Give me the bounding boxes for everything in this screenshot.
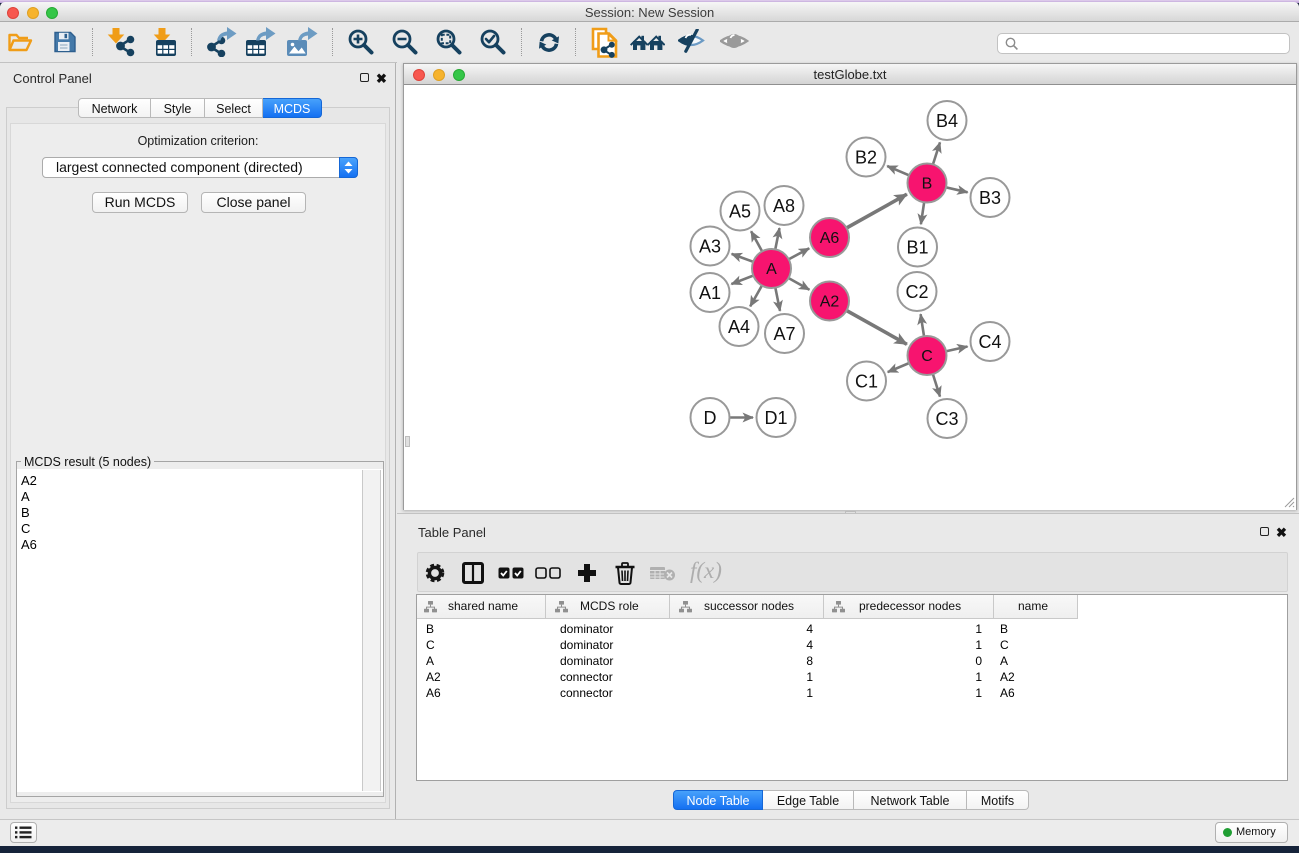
svg-text:A8: A8 <box>773 196 795 216</box>
svg-text:A4: A4 <box>728 317 750 337</box>
svg-text:B: B <box>922 176 933 193</box>
svg-text:C: C <box>921 348 933 365</box>
svg-text:C1: C1 <box>855 371 878 391</box>
svg-text:A3: A3 <box>699 236 721 256</box>
svg-text:B2: B2 <box>855 147 877 167</box>
svg-text:A5: A5 <box>729 201 751 221</box>
svg-text:A7: A7 <box>773 324 795 344</box>
svg-text:A1: A1 <box>699 283 721 303</box>
svg-text:B1: B1 <box>906 237 928 257</box>
svg-text:A6: A6 <box>820 230 840 247</box>
svg-text:D1: D1 <box>764 408 787 428</box>
svg-text:C4: C4 <box>978 332 1001 352</box>
svg-text:A: A <box>766 261 777 278</box>
svg-text:B4: B4 <box>936 111 958 131</box>
svg-text:D: D <box>704 408 717 428</box>
svg-text:C2: C2 <box>905 282 928 302</box>
svg-text:B3: B3 <box>979 188 1001 208</box>
svg-text:A2: A2 <box>820 294 840 311</box>
svg-text:C3: C3 <box>935 409 958 429</box>
